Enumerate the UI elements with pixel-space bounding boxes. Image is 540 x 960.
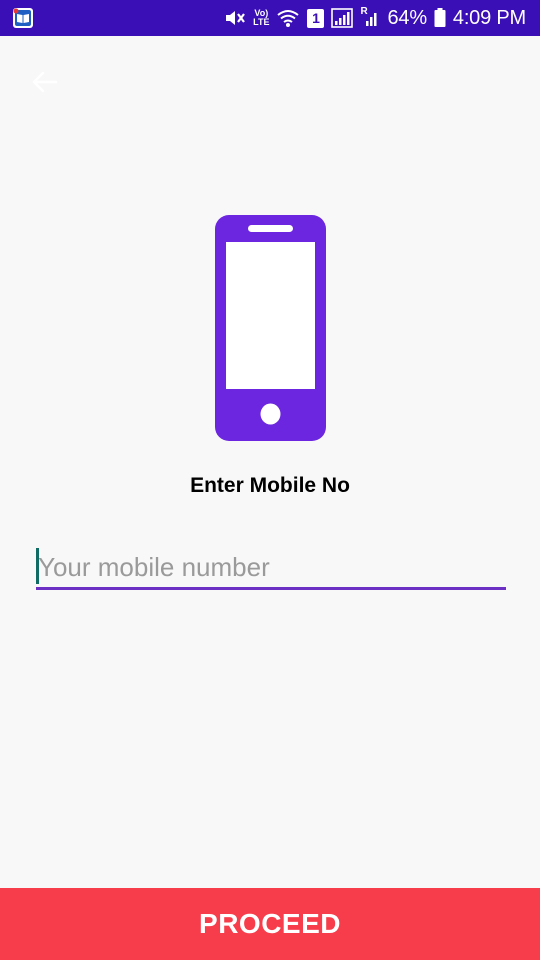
page-title: Enter Mobile No <box>190 474 350 497</box>
signal-icon <box>331 8 354 28</box>
volte-label-bottom: LTE <box>253 17 270 27</box>
text-cursor <box>36 548 39 584</box>
sim-slot-label: 1 <box>312 9 320 26</box>
arrow-left-icon <box>26 71 66 106</box>
proceed-button[interactable]: PROCEED <box>0 888 540 960</box>
app-notification-icon <box>12 7 34 29</box>
wifi-icon <box>276 8 300 28</box>
sim-icon: 1 <box>307 8 325 28</box>
status-icons: Vo) LTE 1 R 64% 4:09 PM <box>224 0 526 36</box>
back-button[interactable] <box>26 62 66 102</box>
volte-icon: Vo) LTE <box>253 9 269 27</box>
battery-icon <box>434 8 446 28</box>
mute-icon <box>224 8 246 28</box>
signal-roaming-icon: R <box>360 6 380 28</box>
smartphone-icon <box>215 215 326 441</box>
battery-percent: 64% <box>387 6 427 29</box>
clock: 4:09 PM <box>452 6 526 29</box>
mobile-number-input[interactable] <box>36 547 506 590</box>
status-bar: Vo) LTE 1 R 64% 4:09 PM <box>0 0 540 36</box>
